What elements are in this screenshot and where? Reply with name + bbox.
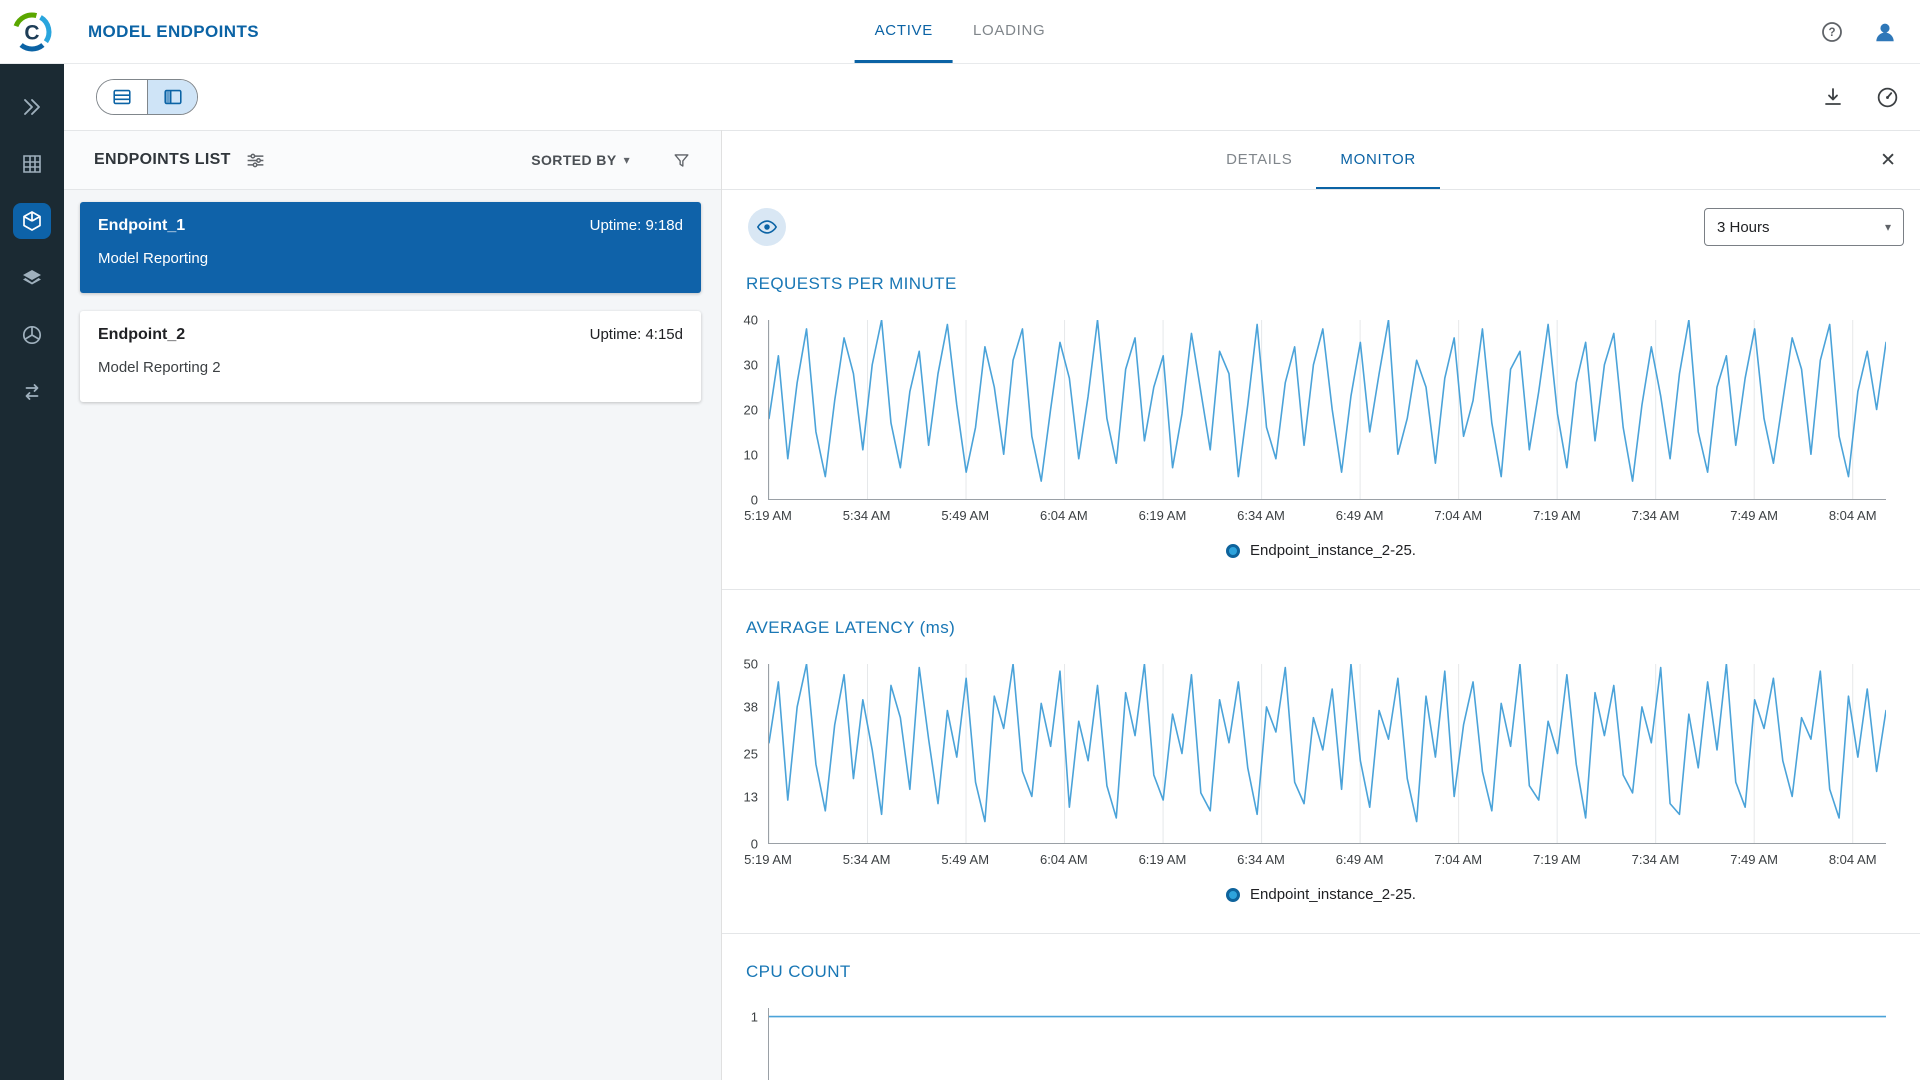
chart-plot — [768, 320, 1886, 500]
sorted-by-label: SORTED BY — [531, 152, 617, 168]
requests-per-minute-section: REQUESTS PER MINUTE 0 10 20 30 40 5:19 AM 5:3… — [722, 274, 1920, 559]
average-latency-chart: 0 13 25 38 50 5:19 AM 5:34 AM 5:49 AM 6:04 AM 6:… — [722, 656, 1920, 872]
chart-plot — [768, 664, 1886, 844]
endpoint-uptime: Uptime: 4:15d — [589, 326, 683, 343]
help-icon: ? — [1822, 21, 1842, 42]
section-divider — [722, 933, 1920, 934]
nav-item-model-endpoints[interactable] — [0, 192, 64, 249]
y-axis: 0 13 25 38 50 — [743, 656, 758, 852]
y-axis: 1 — [750, 1009, 758, 1025]
endpoint-card[interactable]: Endpoint_1 Uptime: 9:18d Model Reporting — [80, 202, 701, 293]
help-button[interactable]: ? — [1820, 20, 1844, 44]
monitor-panel: DETAILS MONITOR ✕ 3 Hours ▾ REQUESTS PER… — [722, 130, 1920, 1080]
y-axis: 0 10 20 30 40 — [743, 312, 758, 508]
requests-per-minute-chart: 0 10 20 30 40 5:19 AM 5:34 AM 5:49 AM 6:04 AM 6:… — [722, 312, 1920, 528]
nav-item-segments[interactable] — [0, 306, 64, 363]
svg-text:?: ? — [1828, 27, 1835, 39]
endpoint-name: Endpoint_2 — [98, 326, 186, 343]
chart-title: REQUESTS PER MINUTE — [746, 274, 957, 293]
app-header: C MODEL ENDPOINTS ACTIVE LOADING ? — [0, 0, 1920, 64]
endpoint-subtitle: Model Reporting 2 — [98, 359, 221, 376]
toolbar-actions — [1821, 85, 1900, 110]
series-dot-icon — [1226, 887, 1241, 902]
svg-text:C: C — [24, 21, 39, 44]
tab-active[interactable]: ACTIVE — [854, 0, 953, 63]
monitor-panel-header: DETAILS MONITOR ✕ — [722, 130, 1920, 190]
download-icon — [1825, 88, 1841, 105]
x-axis: 5:19 AM 5:34 AM 5:49 AM 6:04 AM 6:19 AM 6:34 … — [744, 508, 1877, 523]
monitor-controls: 3 Hours ▾ — [722, 208, 1920, 246]
endpoints-list-panel: ENDPOINTS LIST SORTED BY ▾ Endpoint_1 Up… — [64, 130, 722, 1080]
model-endpoints-icon — [13, 202, 51, 239]
resource-usage-icon — [1877, 87, 1898, 107]
header-tabs: ACTIVE LOADING — [854, 0, 1066, 63]
endpoints-list-header: ENDPOINTS LIST SORTED BY ▾ — [64, 130, 721, 190]
section-divider — [722, 589, 1920, 590]
time-range-value: 3 Hours — [1717, 218, 1770, 236]
tab-loading[interactable]: LOADING — [953, 0, 1065, 63]
fast-forward-icon — [13, 89, 51, 125]
chevron-down-icon: ▾ — [1884, 220, 1891, 234]
page-title: MODEL ENDPOINTS — [88, 21, 259, 41]
tune-icon[interactable] — [245, 150, 266, 171]
eye-icon — [756, 220, 778, 234]
nav-item-jobs[interactable] — [0, 78, 64, 135]
tab-details[interactable]: DETAILS — [1202, 131, 1316, 189]
chart-plot — [768, 1008, 1886, 1080]
filter-button[interactable] — [672, 151, 691, 170]
chart-title: CPU COUNT — [746, 962, 851, 981]
endpoint-name: Endpoint_1 — [98, 217, 186, 234]
close-panel-button[interactable]: ✕ — [1880, 149, 1896, 172]
cpu-count-chart: 1 — [722, 1008, 1920, 1080]
nav-item-layers[interactable] — [0, 249, 64, 306]
nav-item-tables[interactable] — [0, 135, 64, 192]
chart-title: AVERAGE LATENCY (ms) — [746, 618, 956, 637]
side-nav — [0, 64, 64, 1080]
layers-icon — [13, 260, 51, 296]
download-button[interactable] — [1821, 85, 1845, 109]
average-latency-section: AVERAGE LATENCY (ms) 0 13 25 38 50 5:19 AM 5:… — [722, 618, 1920, 903]
endpoint-subtitle: Model Reporting — [98, 250, 209, 267]
flow-icon — [13, 374, 51, 410]
toolbar — [64, 64, 1920, 130]
time-range-select[interactable]: 3 Hours ▾ — [1704, 208, 1904, 246]
header-actions: ? — [1820, 19, 1920, 45]
app-logo[interactable]: C — [0, 11, 64, 53]
avatar-icon — [1876, 23, 1894, 41]
monitor-content: 3 Hours ▾ REQUESTS PER MINUTE 0 10 20 30 40 — [722, 190, 1920, 1080]
user-menu-button[interactable] — [1872, 19, 1898, 45]
x-axis: 5:19 AM 5:34 AM 5:49 AM 6:04 AM 6:19 AM 6:34 … — [744, 852, 1877, 867]
split-view-icon — [163, 89, 182, 105]
endpoint-uptime: Uptime: 9:18d — [589, 217, 683, 234]
series-dot-icon — [1226, 543, 1241, 558]
view-toggle-group — [96, 79, 198, 115]
endpoints-list-title: ENDPOINTS LIST — [94, 151, 231, 168]
series-label: Endpoint_instance_2-25. — [1250, 542, 1416, 559]
sorted-by-dropdown[interactable]: SORTED BY ▾ — [531, 152, 630, 168]
table-view-toggle[interactable] — [97, 80, 147, 114]
chart-legend: Endpoint_instance_2-25. — [722, 542, 1920, 559]
chevron-down-icon: ▾ — [623, 153, 630, 167]
endpoints-cards: Endpoint_1 Uptime: 9:18d Model Reporting… — [64, 190, 721, 402]
endpoint-card[interactable]: Endpoint_2 Uptime: 4:15d Model Reporting… — [80, 311, 701, 402]
segments-icon — [13, 317, 51, 353]
nav-item-flows[interactable] — [0, 363, 64, 420]
resource-usage-button[interactable] — [1875, 85, 1900, 110]
visibility-toggle-button[interactable] — [748, 208, 786, 246]
table-view-icon — [113, 89, 131, 105]
cloudera-logo-icon: C — [13, 12, 52, 51]
filter-icon — [674, 153, 689, 167]
grid-icon — [13, 146, 51, 182]
close-icon: ✕ — [1880, 149, 1896, 171]
chart-legend: Endpoint_instance_2-25. — [722, 886, 1920, 903]
tab-monitor[interactable]: MONITOR — [1316, 131, 1440, 189]
cpu-count-section: CPU COUNT 1 — [722, 962, 1920, 1080]
split-view-toggle[interactable] — [147, 80, 197, 114]
series-label: Endpoint_instance_2-25. — [1250, 886, 1416, 903]
